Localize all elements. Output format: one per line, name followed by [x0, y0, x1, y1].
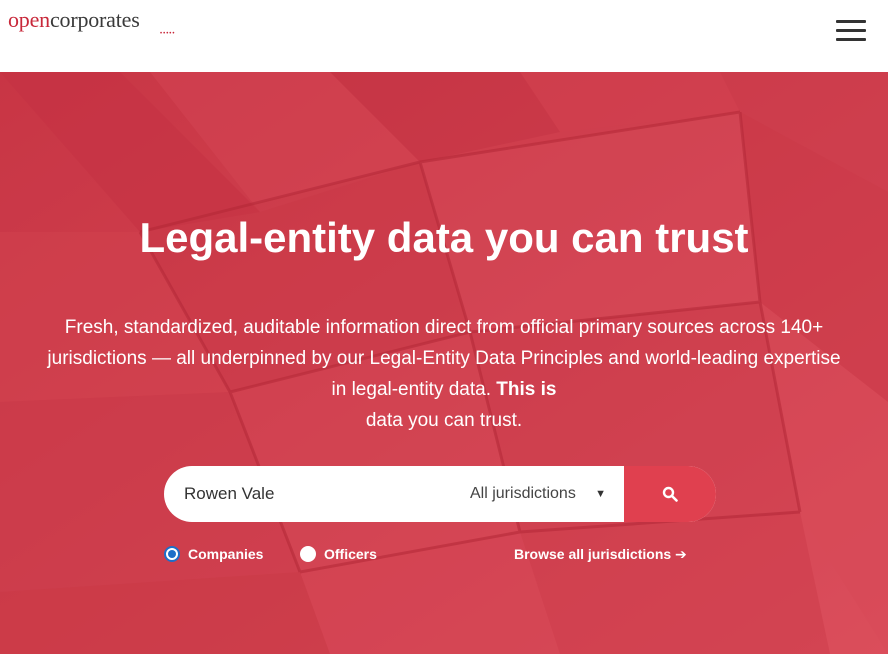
- jurisdiction-select-value: All jurisdictions: [470, 485, 576, 502]
- site-header: opencorporates •••••: [0, 0, 888, 72]
- radio-officers[interactable]: [300, 546, 316, 562]
- search-icon: [662, 486, 678, 502]
- logo-text-open: open: [8, 7, 50, 32]
- browse-link-label: Browse all jurisdictions: [514, 546, 672, 562]
- hamburger-menu-icon[interactable]: [836, 20, 866, 42]
- jurisdiction-select[interactable]: All jurisdictions ▼: [470, 466, 624, 522]
- opencorporates-logo[interactable]: opencorporates: [8, 6, 140, 34]
- chevron-down-icon: ▼: [595, 488, 606, 500]
- menu-bar: [836, 20, 866, 23]
- logo-dots: •••••: [160, 31, 176, 37]
- search-button[interactable]: [624, 466, 716, 522]
- hero-description-tail: data you can trust.: [365, 410, 523, 431]
- hero-description-strong: This is: [496, 379, 557, 400]
- hero-description-text: Fresh, standardized, auditable informati…: [47, 317, 841, 400]
- search-bar: All jurisdictions ▼: [164, 466, 716, 522]
- search-options: Companies Officers Browse all jurisdicti…: [164, 542, 724, 566]
- logo-text-corporates: corporates: [49, 7, 140, 32]
- browse-all-jurisdictions-link[interactable]: Browse all jurisdictions ➔: [514, 545, 687, 563]
- menu-bar: [836, 29, 866, 32]
- hero-section: Legal-entity data you can trust Fresh, s…: [0, 72, 888, 654]
- radio-companies[interactable]: [164, 546, 180, 562]
- search-input[interactable]: [182, 466, 452, 522]
- menu-bar: [836, 38, 866, 41]
- hero-description: Fresh, standardized, auditable informati…: [40, 312, 848, 436]
- arrow-right-icon: ➔: [675, 546, 687, 562]
- hero-title: Legal-entity data you can trust: [139, 214, 749, 261]
- radio-companies-label[interactable]: Companies: [188, 545, 263, 563]
- radio-officers-label[interactable]: Officers: [324, 545, 377, 563]
